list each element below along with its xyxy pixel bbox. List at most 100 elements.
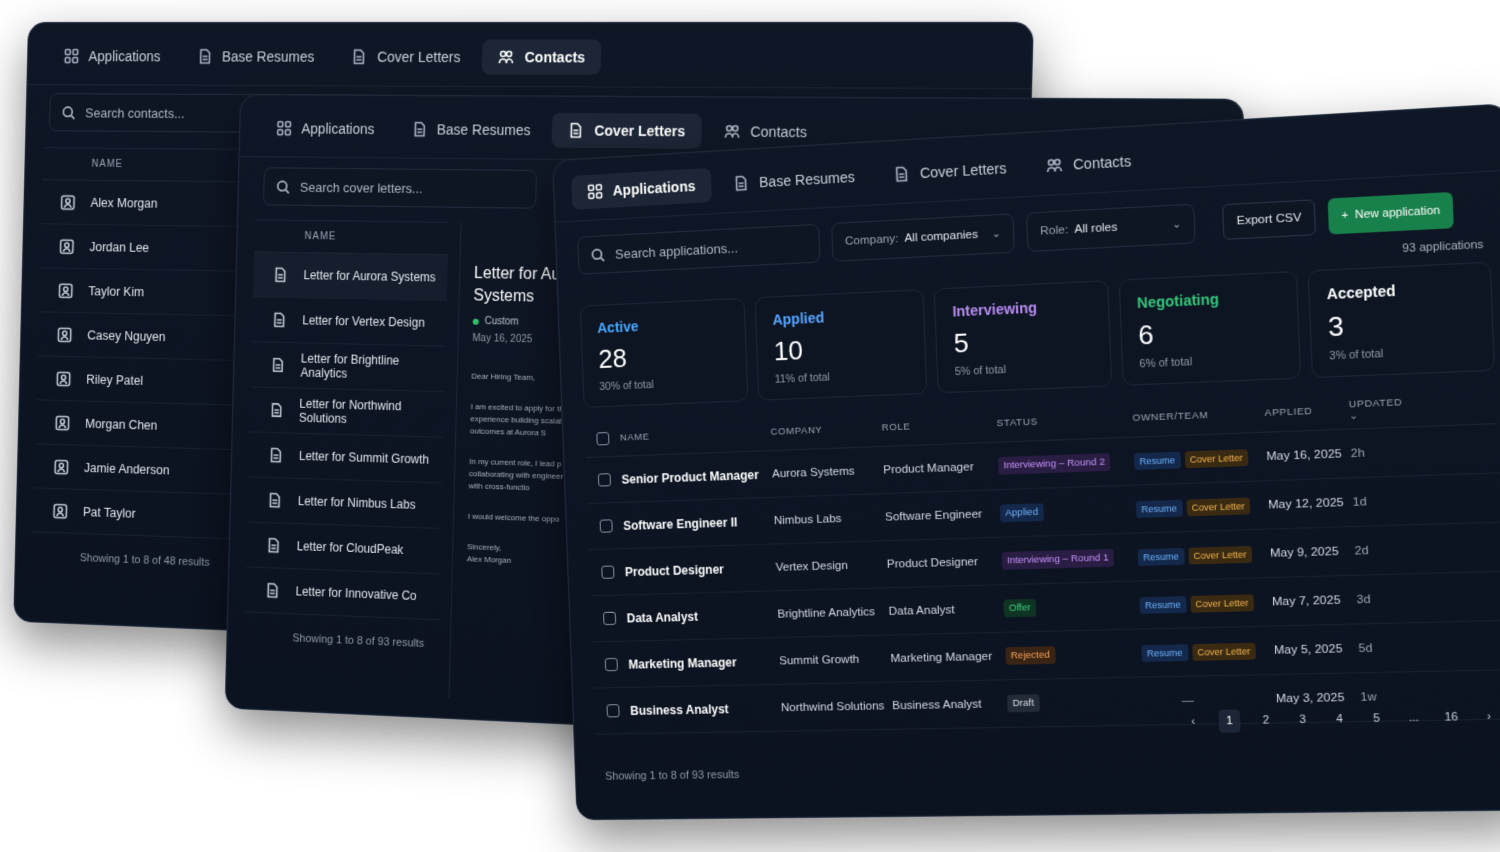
list-item[interactable]: Letter for Summit Growth bbox=[249, 432, 444, 483]
new-application-button[interactable]: + New application bbox=[1328, 192, 1454, 235]
cover-letter-badge[interactable]: Cover Letter bbox=[1192, 642, 1256, 660]
tab-bar: Applications Base Resumes Cover Letters … bbox=[27, 23, 1032, 89]
stat-card-interviewing[interactable]: Interviewing 5 5% of total bbox=[934, 280, 1112, 393]
page-button[interactable]: 3 bbox=[1291, 708, 1314, 732]
tab-base-resumes[interactable]: Base Resumes bbox=[181, 39, 330, 74]
column-header-applied[interactable]: APPLIED bbox=[1264, 404, 1349, 419]
cover-letter-badge[interactable]: Cover Letter bbox=[1186, 497, 1250, 516]
resume-badge[interactable]: Resume bbox=[1136, 499, 1183, 517]
status-badge: Rejected bbox=[1005, 646, 1055, 665]
header-label: UPDATED bbox=[1349, 396, 1403, 410]
company-filter[interactable]: Company: All companies ⌄ bbox=[831, 213, 1015, 262]
row-checkbox[interactable] bbox=[603, 612, 616, 625]
cover-letter-badge[interactable]: Cover Letter bbox=[1184, 449, 1248, 468]
tab-base-resumes[interactable]: Base Resumes bbox=[395, 111, 546, 147]
column-header-role[interactable]: ROLE bbox=[881, 418, 996, 434]
row-checkbox[interactable] bbox=[598, 473, 611, 486]
filter-value: All roles bbox=[1074, 221, 1117, 236]
tab-base-resumes[interactable]: Base Resumes bbox=[717, 158, 872, 201]
cell-name[interactable]: Senior Product Manager bbox=[621, 467, 772, 486]
resume-badge[interactable]: Resume bbox=[1134, 451, 1181, 469]
list-item[interactable]: Letter for Northwind Solutions bbox=[250, 387, 445, 437]
resume-badge[interactable]: Resume bbox=[1139, 596, 1186, 614]
page-button[interactable]: 4 bbox=[1328, 707, 1351, 731]
grid-icon bbox=[276, 120, 292, 136]
cover-letter-badge[interactable]: Cover Letter bbox=[1188, 545, 1252, 564]
search-input[interactable]: Search cover letters... bbox=[263, 167, 537, 208]
page-button[interactable]: 2 bbox=[1255, 709, 1277, 733]
row-checkbox[interactable] bbox=[600, 519, 613, 532]
document-icon bbox=[271, 312, 287, 328]
stat-label: Negotiating bbox=[1137, 288, 1280, 311]
select-all-checkbox[interactable] bbox=[596, 432, 609, 446]
user-icon bbox=[59, 238, 75, 254]
stat-subtext: 6% of total bbox=[1139, 352, 1282, 371]
list-item[interactable]: Letter for Nimbus Labs bbox=[247, 477, 442, 529]
tab-applications[interactable]: Applications bbox=[261, 111, 391, 146]
export-csv-button[interactable]: Export CSV bbox=[1222, 199, 1316, 240]
search-input[interactable]: Search applications... bbox=[577, 224, 820, 275]
tab-label: Contacts bbox=[1073, 152, 1132, 172]
resume-badge[interactable]: Resume bbox=[1141, 644, 1188, 662]
user-icon bbox=[54, 458, 70, 474]
resume-badge[interactable]: Resume bbox=[1138, 547, 1185, 565]
stat-card-applied[interactable]: Applied 10 11% of total bbox=[755, 289, 928, 401]
tab-cover-letters[interactable]: Cover Letters bbox=[335, 39, 477, 74]
tab-label: Applications bbox=[88, 48, 160, 64]
stat-label: Interviewing bbox=[952, 297, 1091, 320]
cell-name[interactable]: Software Engineer II bbox=[623, 514, 774, 533]
column-header-owner[interactable]: OWNER/TEAM bbox=[1132, 407, 1265, 424]
chevron-down-icon: ⌄ bbox=[1172, 218, 1181, 230]
stat-value: 3 bbox=[1327, 304, 1474, 343]
cell-company: Summit Growth bbox=[779, 652, 891, 667]
column-header-name[interactable]: NAME bbox=[620, 427, 771, 444]
cell-name[interactable]: Business Analyst bbox=[630, 701, 781, 718]
cell-applied: May 3, 2025 bbox=[1276, 691, 1361, 705]
letter-name: Letter for Aurora Systems bbox=[303, 268, 435, 284]
cell-name[interactable]: Product Designer bbox=[625, 560, 776, 578]
tab-applications[interactable]: Applications bbox=[571, 167, 712, 209]
row-checkbox[interactable] bbox=[601, 565, 614, 578]
cell-name[interactable]: Marketing Manager bbox=[628, 654, 779, 671]
document-icon bbox=[269, 402, 284, 418]
stat-card-active[interactable]: Active 28 30% of total bbox=[580, 298, 749, 408]
contact-name: Taylor Kim bbox=[88, 284, 144, 299]
column-header-name[interactable]: NAME bbox=[254, 219, 449, 255]
cell-role: Software Engineer bbox=[885, 507, 1001, 523]
tab-cover-letters[interactable]: Cover Letters bbox=[876, 149, 1023, 192]
status-badge: Interviewing – Round 2 bbox=[998, 453, 1111, 475]
stat-card-accepted[interactable]: Accepted 3 3% of total bbox=[1307, 262, 1495, 379]
cell-applied: May 9, 2025 bbox=[1270, 545, 1355, 560]
list-item[interactable]: Letter for CloudPeak bbox=[246, 522, 441, 574]
stat-card-negotiating[interactable]: Negotiating 6 6% of total bbox=[1118, 271, 1301, 386]
page-button[interactable]: 16 bbox=[1440, 705, 1463, 729]
row-checkbox[interactable] bbox=[606, 704, 619, 717]
list-item[interactable]: Letter for Brightline Analytics bbox=[251, 342, 446, 392]
document-icon bbox=[351, 48, 367, 64]
tab-applications[interactable]: Applications bbox=[48, 39, 176, 73]
cell-role: Product Designer bbox=[887, 555, 1003, 571]
letter-name: Letter for Northwind Solutions bbox=[299, 397, 444, 429]
page-button[interactable]: 1 bbox=[1218, 709, 1240, 732]
column-header-company[interactable]: COMPANY bbox=[770, 422, 882, 437]
next-page-button[interactable]: › bbox=[1477, 705, 1500, 729]
list-item[interactable]: Letter for Vertex Design bbox=[252, 297, 447, 346]
cell-company: Brightline Analytics bbox=[777, 605, 889, 620]
role-filter[interactable]: Role: All roles ⌄ bbox=[1026, 204, 1196, 252]
tab-contacts[interactable]: Contacts bbox=[482, 39, 602, 74]
cell-name[interactable]: Data Analyst bbox=[626, 607, 777, 625]
search-placeholder: Search applications... bbox=[615, 240, 738, 262]
column-header-status[interactable]: STATUS bbox=[996, 413, 1132, 430]
column-header-updated[interactable]: UPDATED ⌄ bbox=[1349, 396, 1405, 421]
list-item[interactable]: Letter for Aurora Systems bbox=[253, 252, 448, 301]
page-button[interactable]: 5 bbox=[1365, 707, 1388, 731]
list-item[interactable]: Letter for Innovative Co bbox=[245, 567, 440, 620]
grid-icon bbox=[587, 183, 603, 200]
row-select-cell bbox=[593, 658, 629, 672]
tab-cover-letters[interactable]: Cover Letters bbox=[552, 112, 702, 148]
cover-letter-badge[interactable]: Cover Letter bbox=[1190, 594, 1254, 612]
row-checkbox[interactable] bbox=[605, 658, 618, 671]
stat-value: 6 bbox=[1138, 313, 1281, 352]
prev-page-button[interactable]: ‹ bbox=[1182, 710, 1204, 733]
tab-contacts[interactable]: Contacts bbox=[1029, 142, 1149, 184]
